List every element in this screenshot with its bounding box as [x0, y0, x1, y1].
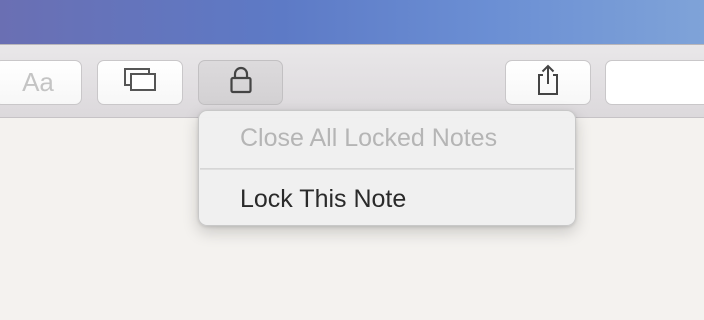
- lock-dropdown-menu: Close All Locked Notes Lock This Note: [198, 110, 576, 226]
- notes-app-window: Aa Close All Locked Notes Lock This Note: [0, 0, 704, 320]
- font-style-label: Aa: [22, 67, 54, 97]
- font-style-button[interactable]: Aa: [0, 60, 82, 105]
- menu-item-label: Close All Locked Notes: [240, 123, 498, 152]
- share-button[interactable]: [505, 60, 591, 105]
- share-icon: [534, 63, 562, 102]
- desktop-wallpaper: [0, 0, 704, 44]
- menu-item-label: Lock This Note: [240, 184, 407, 213]
- lock-this-note-item[interactable]: Lock This Note: [199, 177, 575, 221]
- lock-icon: [228, 65, 254, 100]
- close-all-locked-notes-item: Close All Locked Notes: [199, 116, 575, 160]
- lock-button[interactable]: [198, 60, 283, 105]
- search-field[interactable]: [605, 60, 704, 105]
- toolbar: Aa: [0, 44, 704, 118]
- menu-separator: [200, 168, 574, 170]
- gallery-view-icon: [123, 67, 157, 98]
- gallery-view-button[interactable]: [97, 60, 183, 105]
